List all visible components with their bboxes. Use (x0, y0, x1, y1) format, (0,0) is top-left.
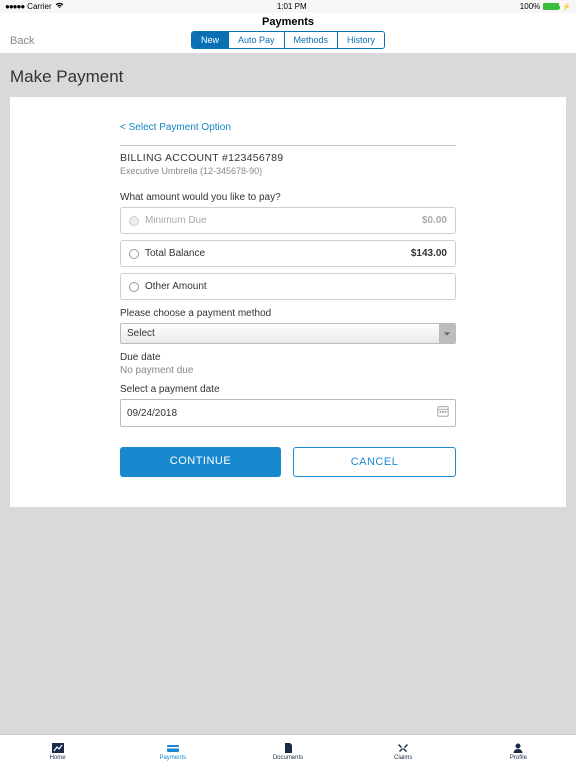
documents-icon (281, 742, 295, 754)
option-label: Other Amount (145, 281, 207, 292)
cancel-button[interactable]: CANCEL (293, 447, 456, 477)
continue-button[interactable]: CONTINUE (120, 447, 281, 477)
payment-date-input[interactable]: 09/24/2018 (120, 399, 456, 427)
radio-icon (129, 282, 139, 292)
due-date-value: No payment due (120, 365, 456, 376)
title-bar: Payments Back New Auto Pay Methods Histo… (0, 13, 576, 53)
policy-name: Executive Umbrella (12-345678-90) (120, 166, 456, 176)
option-label: Total Balance (145, 248, 205, 259)
tab-methods[interactable]: Methods (285, 32, 339, 48)
select-payment-option-link[interactable]: < Select Payment Option (120, 122, 231, 133)
status-bar: ●●●●● Carrier 1:01 PM 100% ⚡ (0, 0, 576, 13)
nav-label: Claims (394, 755, 412, 761)
nav-claims[interactable]: Claims (346, 735, 461, 768)
nav-label: Payments (159, 755, 186, 761)
nav-label: Home (50, 755, 66, 761)
bottom-nav: Home Payments Documents Claims Profile (0, 734, 576, 768)
wifi-icon (55, 2, 64, 11)
method-prompt: Please choose a payment method (120, 308, 456, 319)
tab-history[interactable]: History (338, 32, 384, 48)
nav-payments[interactable]: Payments (115, 735, 230, 768)
battery-icon (543, 3, 559, 10)
profile-icon (511, 742, 525, 754)
divider (120, 145, 456, 146)
screen-title: Payments (0, 13, 576, 28)
option-value: $0.00 (422, 215, 447, 226)
nav-home[interactable]: Home (0, 735, 115, 768)
payment-method-select[interactable]: Select (120, 323, 456, 344)
option-value: $143.00 (411, 248, 447, 259)
due-date-label: Due date (120, 352, 456, 363)
option-total-balance[interactable]: Total Balance $143.00 (120, 240, 456, 267)
nav-label: Profile (510, 755, 527, 761)
claims-icon (396, 742, 410, 754)
charging-icon: ⚡ (562, 3, 571, 11)
nav-profile[interactable]: Profile (461, 735, 576, 768)
option-other-amount[interactable]: Other Amount (120, 273, 456, 300)
signal-icon: ●●●●● (5, 2, 24, 11)
back-button[interactable]: Back (10, 35, 34, 47)
payment-card: < Select Payment Option BILLING ACCOUNT … (10, 97, 566, 507)
clock: 1:01 PM (277, 2, 307, 11)
select-value: Select (121, 324, 439, 343)
amount-prompt: What amount would you like to pay? (120, 192, 456, 203)
billing-account: BILLING ACCOUNT #123456789 (120, 152, 456, 164)
nav-label: Documents (273, 755, 303, 761)
date-value: 09/24/2018 (127, 408, 437, 419)
option-minimum-due: Minimum Due $0.00 (120, 207, 456, 234)
battery-percent: 100% (520, 2, 540, 11)
calendar-icon (437, 404, 449, 422)
tab-new[interactable]: New (192, 32, 229, 48)
home-icon (51, 742, 65, 754)
nav-documents[interactable]: Documents (230, 735, 345, 768)
carrier-label: Carrier (27, 2, 51, 11)
payment-date-label: Select a payment date (120, 384, 456, 395)
tab-group: New Auto Pay Methods History (0, 31, 576, 49)
chevron-down-icon (439, 324, 455, 343)
radio-icon (129, 216, 139, 226)
payments-icon (166, 742, 180, 754)
tab-autopay[interactable]: Auto Pay (229, 32, 285, 48)
option-label: Minimum Due (145, 215, 207, 226)
radio-icon (129, 249, 139, 259)
page-title: Make Payment (0, 53, 576, 97)
